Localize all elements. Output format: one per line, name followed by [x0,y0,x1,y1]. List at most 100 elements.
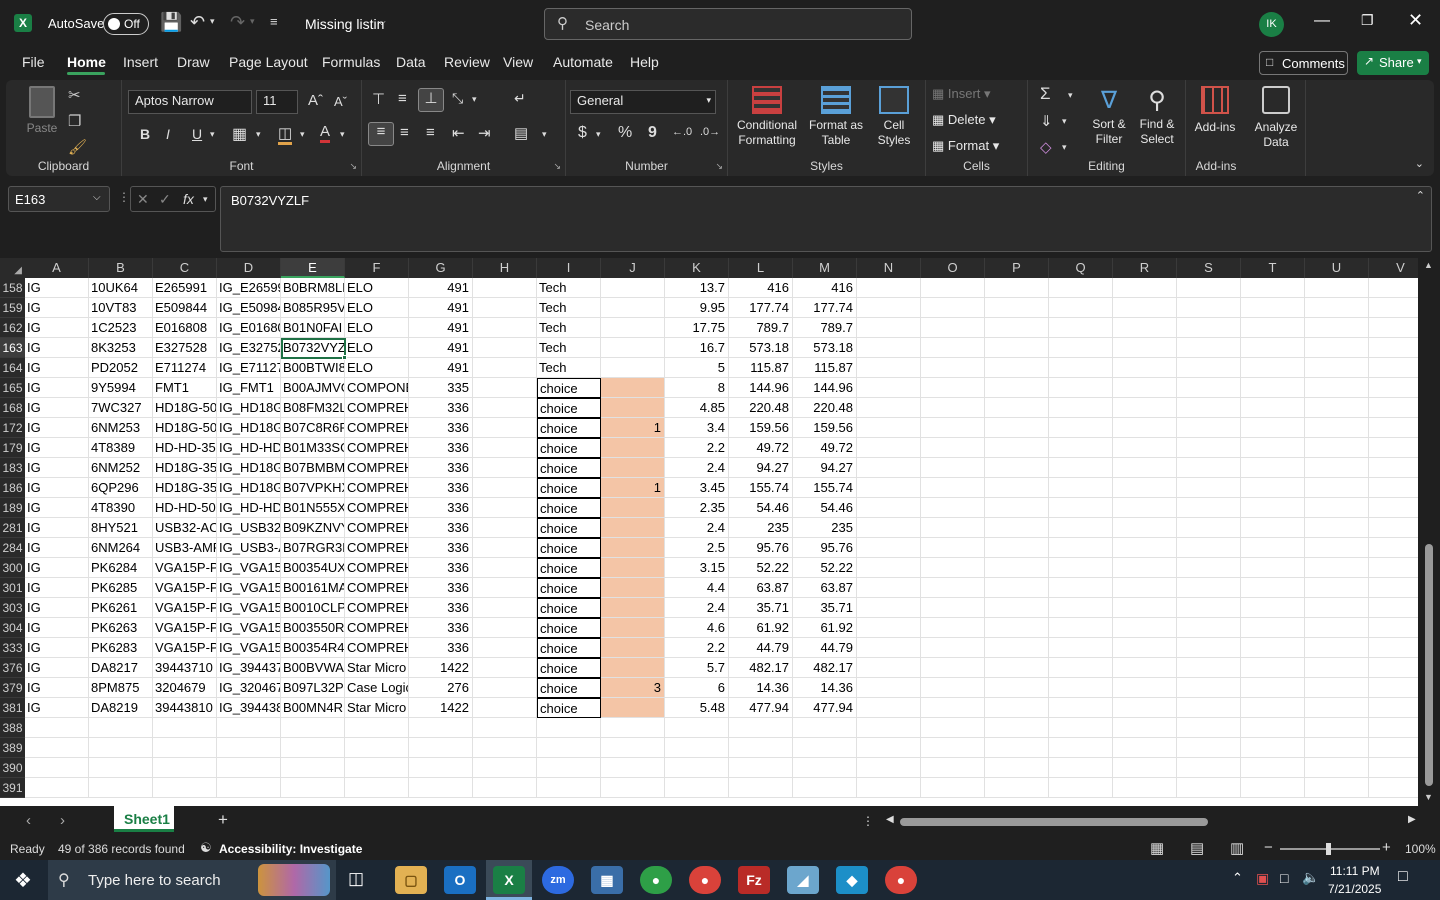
cell-o-391[interactable] [921,778,985,798]
cell-i-162[interactable]: Tech [537,318,601,338]
increase-decimal-icon[interactable]: ←.0 [672,126,692,138]
cell-o-388[interactable] [921,718,985,738]
next-sheet-icon[interactable]: › [60,812,65,829]
save-icon[interactable]: 💾 [160,12,182,33]
cell-d-172[interactable]: IG_HD18G [217,418,281,438]
cell-d-388[interactable] [217,718,281,738]
cell-d-304[interactable]: IG_VGA15I [217,618,281,638]
cell-s-284[interactable] [1177,538,1241,558]
cell-n-162[interactable] [857,318,921,338]
cell-b-162[interactable]: 1C2523 [89,318,153,338]
outlook-icon[interactable]: O [444,866,476,894]
tray-chevron-icon[interactable]: ⌃ [1232,870,1243,886]
horizontal-scroll-thumb[interactable] [900,818,1208,826]
column-header-e[interactable]: E [281,258,345,278]
cell-i-163[interactable]: Tech [537,338,601,358]
cell-l-158[interactable]: 416 [729,278,793,298]
format-painter-icon[interactable]: 🖌 [68,138,87,156]
cell-b-189[interactable]: 4T8390 [89,498,153,518]
row-header[interactable]: 303 [0,598,25,618]
cell-k-165[interactable]: 8 [665,378,729,398]
taskbar-date[interactable]: 7/21/2025 [1328,882,1381,896]
cell-a-179[interactable]: IG [25,438,89,458]
cell-p-391[interactable] [985,778,1049,798]
cell-d-168[interactable]: IG_HD18G [217,398,281,418]
vpn-icon[interactable]: ◆ [836,866,868,894]
cell-p-159[interactable] [985,298,1049,318]
cell-k-159[interactable]: 9.95 [665,298,729,318]
cell-p-172[interactable] [985,418,1049,438]
cell-t-162[interactable] [1241,318,1305,338]
row-header[interactable]: 168 [0,398,25,418]
cell-e-379[interactable]: B097L32P [281,678,345,698]
cell-e-300[interactable]: B00354UX [281,558,345,578]
cell-q-281[interactable] [1049,518,1113,538]
cell-c-303[interactable]: VGA15P-P [153,598,217,618]
app-icon[interactable]: ◢ [787,866,819,894]
cell-s-391[interactable] [1177,778,1241,798]
cell-r-165[interactable] [1113,378,1177,398]
cell-m-304[interactable]: 61.92 [793,618,857,638]
column-header-m[interactable]: M [793,258,857,278]
cell-k-163[interactable]: 16.7 [665,338,729,358]
cell-n-388[interactable] [857,718,921,738]
cell-b-376[interactable]: DA8217 [89,658,153,678]
cell-d-284[interactable]: IG_USB3-A [217,538,281,558]
cell-f-186[interactable]: COMPREH [345,478,409,498]
borders-dropdown-icon[interactable]: ▾ [256,129,261,140]
cell-a-281[interactable]: IG [25,518,89,538]
cell-q-158[interactable] [1049,278,1113,298]
cell-d-162[interactable]: IG_E01680 [217,318,281,338]
cell-l-165[interactable]: 144.96 [729,378,793,398]
cell-n-159[interactable] [857,298,921,318]
cell-l-333[interactable]: 44.79 [729,638,793,658]
underline-dropdown-icon[interactable]: ▾ [210,129,215,140]
cell-t-165[interactable] [1241,378,1305,398]
comma-button[interactable]: 9 [648,124,657,142]
enter-icon[interactable]: ✓ [159,191,171,208]
cell-t-390[interactable] [1241,758,1305,778]
cell-c-301[interactable]: VGA15P-P [153,578,217,598]
cell-t-391[interactable] [1241,778,1305,798]
cell-j-189[interactable] [601,498,665,518]
cell-u-172[interactable] [1305,418,1369,438]
insert-function-icon[interactable]: fx [183,191,194,207]
cell-t-159[interactable] [1241,298,1305,318]
cell-f-164[interactable]: ELO [345,358,409,378]
cell-p-300[interactable] [985,558,1049,578]
cell-g-389[interactable] [409,738,473,758]
currency-dropdown-icon[interactable]: ▾ [596,129,601,140]
decrease-indent-icon[interactable]: ⇤ [452,124,465,142]
fill-icon[interactable]: ⇓ [1040,112,1053,130]
cell-e-165[interactable]: B00AJMVG [281,378,345,398]
cell-m-183[interactable]: 94.27 [793,458,857,478]
cell-i-189[interactable]: choice [537,498,601,518]
cell-j-300[interactable] [601,558,665,578]
column-header-c[interactable]: C [153,258,217,278]
cell-a-333[interactable]: IG [25,638,89,658]
cell-c-379[interactable]: 3204679 [153,678,217,698]
cell-i-301[interactable]: choice [537,578,601,598]
cell-e-179[interactable]: B01M33SG [281,438,345,458]
cell-p-163[interactable] [985,338,1049,358]
cell-i-381[interactable]: choice [537,698,601,718]
cell-j-186[interactable]: 1 [601,478,665,498]
cell-h-183[interactable] [473,458,537,478]
cell-e-158[interactable]: B0BRM8LK [281,278,345,298]
notifications-icon[interactable]: □ [1398,868,1408,886]
cell-p-168[interactable] [985,398,1049,418]
cell-g-304[interactable]: 336 [409,618,473,638]
cell-m-333[interactable]: 44.79 [793,638,857,658]
cell-r-172[interactable] [1113,418,1177,438]
cell-h-172[interactable] [473,418,537,438]
cell-f-165[interactable]: COMPONE [345,378,409,398]
addins-button[interactable]: Add-ins [1190,86,1240,134]
cell-f-388[interactable] [345,718,409,738]
cell-f-163[interactable]: ELO [345,338,409,358]
underline-button[interactable]: U [192,126,202,142]
cell-c-284[interactable]: USB3-AMF [153,538,217,558]
borders-icon[interactable]: ▦ [232,124,247,144]
cell-a-183[interactable]: IG [25,458,89,478]
menu-review[interactable]: Review [444,54,490,70]
cell-l-164[interactable]: 115.87 [729,358,793,378]
